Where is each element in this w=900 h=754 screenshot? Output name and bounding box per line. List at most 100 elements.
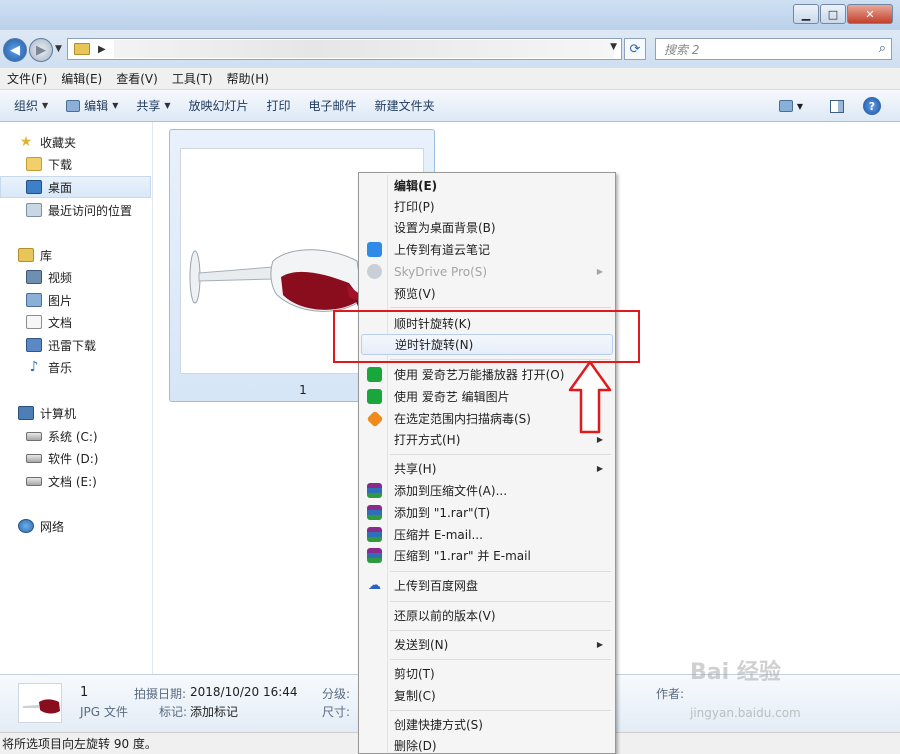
menu-label: 创建快捷方式(S)	[394, 718, 483, 732]
edit-button[interactable]: 编辑 ▼	[57, 97, 127, 114]
details-tag-value[interactable]: 添加标记	[190, 703, 238, 720]
help-button[interactable]: ?	[862, 96, 882, 116]
navigation-pane: ★ 收藏夹 下载 桌面 最近访问的位置 库 视频 图片 文档 迅雷下载 ♪ 音乐 计…	[0, 122, 153, 674]
iqiyi-icon	[367, 389, 382, 404]
menu-item-preview[interactable]: 预览(V)	[361, 283, 613, 304]
nav-label: 桌面	[48, 180, 73, 195]
search-input[interactable]: 搜索 2 ⌕	[655, 38, 892, 60]
nav-downloads[interactable]: 下载	[26, 153, 72, 175]
nav-label: 文档 (E:)	[48, 474, 97, 489]
email-button[interactable]: 电子邮件	[300, 97, 366, 114]
menu-help[interactable]: 帮助(H)	[220, 70, 276, 87]
menu-edit[interactable]: 编辑(E)	[54, 70, 109, 87]
menu-file[interactable]: 文件(F)	[0, 70, 54, 87]
menu-item-add-rar[interactable]: 添加到 "1.rar"(T)	[361, 502, 613, 523]
status-text: 将所选项目向左旋转 90 度。	[2, 737, 157, 751]
wine-glass-mini-image	[23, 699, 60, 714]
maximize-button[interactable]: □	[820, 4, 846, 24]
nav-xunlei[interactable]: 迅雷下载	[26, 334, 96, 356]
details-file-name: 1	[80, 685, 89, 700]
menu-item-compress-rar-email[interactable]: 压缩到 "1.rar" 并 E-mail	[361, 545, 613, 566]
minimize-button[interactable]: ▁	[793, 4, 819, 24]
nav-network[interactable]: 网络	[18, 515, 64, 537]
menu-item-edit[interactable]: 编辑(E)	[361, 175, 613, 196]
menu-item-print[interactable]: 打印(P)	[361, 196, 613, 217]
address-row: ◀ ▶ ▼ ▶ ▼ ⟳ 搜索 2 ⌕	[0, 30, 900, 68]
menu-item-create-shortcut[interactable]: 创建快捷方式(S)	[361, 714, 613, 735]
menu-item-baidu-upload[interactable]: ☁ 上传到百度网盘	[361, 575, 613, 596]
context-menu: 编辑(E) 打印(P) 设置为桌面背景(B) 上传到有道云笔记 SkyDrive…	[358, 172, 616, 754]
address-bar[interactable]: ▶ ▼	[67, 38, 622, 60]
submenu-arrow-icon: ▶	[596, 640, 603, 649]
nav-drive-d[interactable]: 软件 (D:)	[26, 447, 98, 469]
nav-libraries[interactable]: 库	[18, 244, 52, 266]
nav-favorites[interactable]: ★ 收藏夹	[18, 131, 76, 153]
forward-button[interactable]: ▶	[29, 38, 53, 62]
history-dropdown-icon[interactable]: ▼	[55, 44, 62, 54]
nav-drive-c[interactable]: 系统 (C:)	[26, 425, 98, 447]
drive-icon	[26, 453, 42, 463]
menu-item-cut[interactable]: 剪切(T)	[361, 663, 613, 684]
menu-item-set-desktop-bg[interactable]: 设置为桌面背景(B)	[361, 217, 613, 238]
print-button[interactable]: 打印	[258, 97, 300, 114]
menu-item-restore-versions[interactable]: 还原以前的版本(V)	[361, 605, 613, 626]
menu-label: 删除(D)	[394, 739, 437, 753]
address-dropdown-icon[interactable]: ▼	[610, 42, 617, 52]
nav-label: 迅雷下载	[48, 338, 97, 353]
menu-view[interactable]: 查看(V)	[109, 70, 165, 87]
youdao-note-icon	[367, 242, 382, 257]
submenu-arrow-icon: ▶	[596, 267, 603, 276]
refresh-icon[interactable]: ⟳	[624, 38, 646, 60]
organize-button[interactable]: 组织 ▼	[0, 97, 57, 114]
nav-recent[interactable]: 最近访问的位置	[26, 199, 132, 221]
address-path[interactable]	[113, 40, 614, 58]
nav-videos[interactable]: 视频	[26, 266, 72, 288]
menu-item-share[interactable]: 共享(H) ▶	[361, 458, 613, 479]
nav-desktop[interactable]: 桌面	[0, 176, 151, 198]
nav-music[interactable]: ♪ 音乐	[26, 356, 72, 378]
menu-label: 添加到压缩文件(A)...	[394, 484, 508, 498]
slideshow-button[interactable]: 放映幻灯片	[180, 97, 258, 114]
menu-item-delete[interactable]: 删除(D)	[361, 735, 613, 754]
edit-label: 编辑	[84, 99, 109, 113]
view-options-button[interactable]: ▼	[774, 96, 808, 116]
close-button[interactable]: ✕	[847, 4, 893, 24]
menu-item-youdao[interactable]: 上传到有道云笔记	[361, 239, 613, 260]
menu-separator	[390, 571, 611, 572]
drive-icon	[26, 476, 42, 486]
new-folder-button[interactable]: 新建文件夹	[366, 97, 444, 114]
menu-item-skydrive[interactable]: SkyDrive Pro(S) ▶	[361, 261, 613, 282]
preview-pane-button[interactable]	[828, 96, 846, 116]
menu-item-send-to[interactable]: 发送到(N) ▶	[361, 634, 613, 655]
nav-documents[interactable]: 文档	[26, 311, 72, 333]
menu-separator	[390, 659, 611, 660]
nav-label: 计算机	[40, 406, 77, 421]
nav-label: 系统 (C:)	[48, 429, 98, 444]
nav-drive-e[interactable]: 文档 (E:)	[26, 470, 97, 492]
nav-label: 下载	[48, 157, 73, 172]
nav-pictures[interactable]: 图片	[26, 289, 72, 311]
back-button[interactable]: ◀	[3, 38, 27, 62]
menu-separator	[390, 630, 611, 631]
breadcrumb-chevron-icon[interactable]: ▶	[98, 44, 106, 55]
menu-separator	[390, 307, 611, 308]
menu-label: 打印(P)	[394, 200, 435, 214]
menu-item-copy[interactable]: 复制(C)	[361, 685, 613, 706]
drive-icon	[26, 431, 42, 441]
search-icon[interactable]: ⌕	[879, 41, 886, 56]
menu-label: 共享(H)	[394, 462, 437, 476]
submenu-arrow-icon: ▶	[596, 464, 603, 473]
menu-label: 上传到有道云笔记	[394, 243, 491, 257]
menu-label: 压缩并 E-mail...	[394, 528, 483, 542]
menu-item-compress-email[interactable]: 压缩并 E-mail...	[361, 524, 613, 545]
menu-label: 发送到(N)	[394, 638, 449, 652]
menu-tools[interactable]: 工具(T)	[165, 70, 220, 87]
menu-label: 压缩到 "1.rar" 并 E-mail	[394, 549, 531, 563]
menu-item-add-archive[interactable]: 添加到压缩文件(A)...	[361, 480, 613, 501]
share-button[interactable]: 共享 ▼	[127, 97, 179, 114]
nav-computer[interactable]: 计算机	[18, 402, 76, 424]
details-author-label: 作者:	[656, 687, 685, 701]
baidu-cloud-icon: ☁	[368, 578, 381, 593]
nav-label: 收藏夹	[40, 135, 77, 150]
menu-label: 在选定范围内扫描病毒(S)	[394, 412, 531, 426]
